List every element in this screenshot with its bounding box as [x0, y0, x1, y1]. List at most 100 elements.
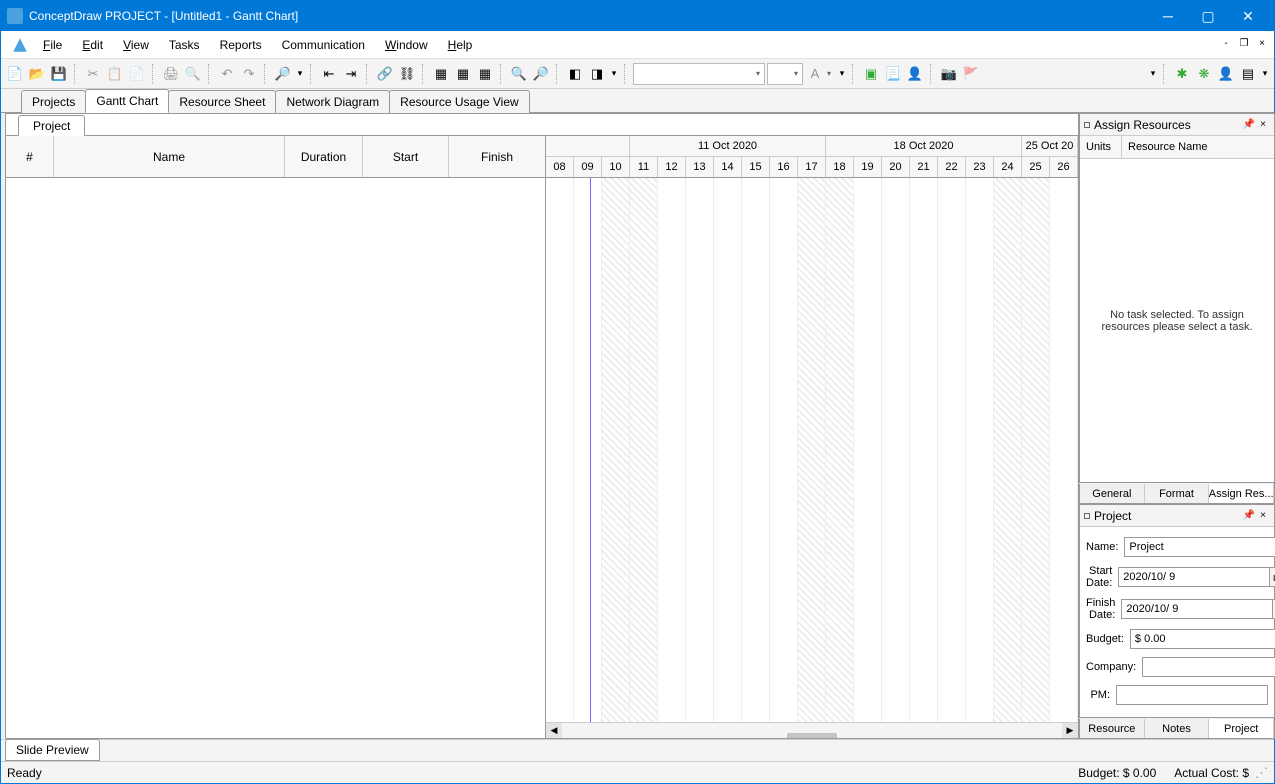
- green2-icon[interactable]: ❋: [1194, 64, 1214, 84]
- input-finish-date[interactable]: [1121, 599, 1273, 619]
- flag-icon[interactable]: 🚩: [961, 64, 981, 84]
- panel-grip-icon[interactable]: [1084, 513, 1090, 519]
- find-icon[interactable]: 🔎: [273, 64, 293, 84]
- day-26: 26: [1050, 157, 1078, 177]
- scroll-left-icon[interactable]: ◀: [546, 723, 562, 739]
- overflow-icon[interactable]: ▾: [295, 64, 305, 84]
- tab-projects[interactable]: Projects: [21, 90, 86, 113]
- task2-icon[interactable]: ▦: [453, 64, 473, 84]
- outdent-icon[interactable]: ⇥: [341, 64, 361, 84]
- status-bar: Ready Budget: $ 0.00 Actual Cost: $ ⋰: [1, 761, 1274, 783]
- day-20: 20: [882, 157, 910, 177]
- input-budget[interactable]: [1130, 629, 1275, 649]
- gantt-body[interactable]: [546, 178, 1078, 722]
- save-icon[interactable]: 💾: [49, 64, 69, 84]
- tab-project[interactable]: Project: [1209, 719, 1274, 738]
- open-icon[interactable]: 📂: [27, 64, 47, 84]
- copy-icon[interactable]: 📋: [105, 64, 125, 84]
- font-color-drop[interactable]: ▾: [827, 69, 835, 78]
- overflow2-icon[interactable]: ▾: [609, 64, 619, 84]
- mdi-close-button[interactable]: ×: [1254, 35, 1270, 51]
- mdi-minimize-button[interactable]: -: [1218, 35, 1234, 51]
- minimize-button[interactable]: ─: [1148, 1, 1188, 31]
- menu-file[interactable]: File: [33, 34, 72, 56]
- scroll-thumb[interactable]: [787, 733, 837, 739]
- overflow4-icon[interactable]: ▾: [1148, 64, 1158, 84]
- project-tab[interactable]: Project: [18, 115, 85, 136]
- panel-close-icon[interactable]: ×: [1256, 118, 1270, 132]
- tab-network-diagram[interactable]: Network Diagram: [275, 90, 390, 113]
- day-09: 09: [574, 157, 602, 177]
- tab-gantt[interactable]: Gantt Chart: [85, 89, 169, 113]
- res-icon[interactable]: 👤: [905, 64, 925, 84]
- paste-icon[interactable]: 📄: [127, 64, 147, 84]
- tab-assign-res[interactable]: Assign Res...: [1209, 484, 1274, 503]
- task-rows[interactable]: [6, 178, 545, 738]
- unlink-icon[interactable]: ⛓: [397, 64, 417, 84]
- preview-icon[interactable]: 🔍: [183, 64, 203, 84]
- undo-icon[interactable]: ↶: [217, 64, 237, 84]
- input-company[interactable]: [1142, 657, 1275, 677]
- link-icon[interactable]: 🔗: [375, 64, 395, 84]
- zoomout-icon[interactable]: 🔎: [531, 64, 551, 84]
- menu-communication[interactable]: Communication: [272, 34, 375, 56]
- font-combo[interactable]: ▾: [633, 63, 765, 85]
- view2-icon[interactable]: ◨: [587, 64, 607, 84]
- tab-general[interactable]: General: [1080, 484, 1145, 503]
- tab-format[interactable]: Format: [1145, 484, 1210, 503]
- cut-icon[interactable]: ✂: [83, 64, 103, 84]
- panel-grip-icon[interactable]: [1084, 122, 1090, 128]
- menu-edit[interactable]: Edit: [72, 34, 113, 56]
- zoomin-icon[interactable]: 🔍: [509, 64, 529, 84]
- indent-icon[interactable]: ⇤: [319, 64, 339, 84]
- doc-icon[interactable]: 📃: [883, 64, 903, 84]
- person-icon[interactable]: 👤: [1216, 64, 1236, 84]
- font-color-icon[interactable]: A: [805, 64, 825, 84]
- gantt-hscroll[interactable]: ◀ ▶: [546, 722, 1078, 738]
- view1-icon[interactable]: ◧: [565, 64, 585, 84]
- col-name[interactable]: Name: [54, 136, 285, 177]
- note-icon[interactable]: ▣: [861, 64, 881, 84]
- print-icon[interactable]: 🖨: [161, 64, 181, 84]
- scroll-right-icon[interactable]: ▶: [1062, 723, 1078, 739]
- green1-icon[interactable]: ✱: [1172, 64, 1192, 84]
- resize-grip-icon[interactable]: ⋰: [1255, 765, 1268, 781]
- col-resource-name[interactable]: Resource Name: [1122, 136, 1274, 158]
- col-num[interactable]: #: [6, 136, 54, 177]
- panel-close-icon[interactable]: ×: [1256, 509, 1270, 523]
- menu-help[interactable]: Help: [438, 34, 483, 56]
- task1-icon[interactable]: ▦: [431, 64, 451, 84]
- col-units[interactable]: Units: [1080, 136, 1122, 158]
- overflow5-icon[interactable]: ▾: [1260, 64, 1270, 84]
- start-date-picker-icon[interactable]: ▦▾: [1270, 567, 1275, 587]
- tab-notes[interactable]: Notes: [1145, 719, 1210, 738]
- day-19: 19: [854, 157, 882, 177]
- task3-icon[interactable]: ▦: [475, 64, 495, 84]
- menu-window[interactable]: Window: [375, 34, 438, 56]
- menu-view[interactable]: View: [113, 34, 159, 56]
- col-duration[interactable]: Duration: [285, 136, 363, 177]
- slide-preview-tab[interactable]: Slide Preview: [5, 739, 100, 761]
- input-start-date[interactable]: [1118, 567, 1270, 587]
- col-finish[interactable]: Finish: [449, 136, 545, 177]
- camera-icon[interactable]: 📷: [939, 64, 959, 84]
- pin-icon[interactable]: 📌: [1242, 509, 1256, 523]
- size-combo[interactable]: ▾: [767, 63, 803, 85]
- tab-resource[interactable]: Resource: [1080, 719, 1145, 738]
- input-pm[interactable]: [1116, 685, 1268, 705]
- overflow3-icon[interactable]: ▾: [837, 64, 847, 84]
- mdi-restore-button[interactable]: ❐: [1236, 35, 1252, 51]
- pin-icon[interactable]: 📌: [1242, 118, 1256, 132]
- tab-resource-usage[interactable]: Resource Usage View: [389, 90, 530, 113]
- new-icon[interactable]: 📄: [5, 64, 25, 84]
- maximize-button[interactable]: ▢: [1188, 1, 1228, 31]
- menu-reports[interactable]: Reports: [210, 34, 272, 56]
- menu-tasks[interactable]: Tasks: [159, 34, 210, 56]
- tab-resource-sheet[interactable]: Resource Sheet: [168, 90, 276, 113]
- col-start[interactable]: Start: [363, 136, 449, 177]
- day-18: 18: [826, 157, 854, 177]
- input-name[interactable]: [1124, 537, 1275, 557]
- redo-icon[interactable]: ↷: [239, 64, 259, 84]
- close-button[interactable]: ✕: [1228, 1, 1268, 31]
- list-icon[interactable]: ▤: [1238, 64, 1258, 84]
